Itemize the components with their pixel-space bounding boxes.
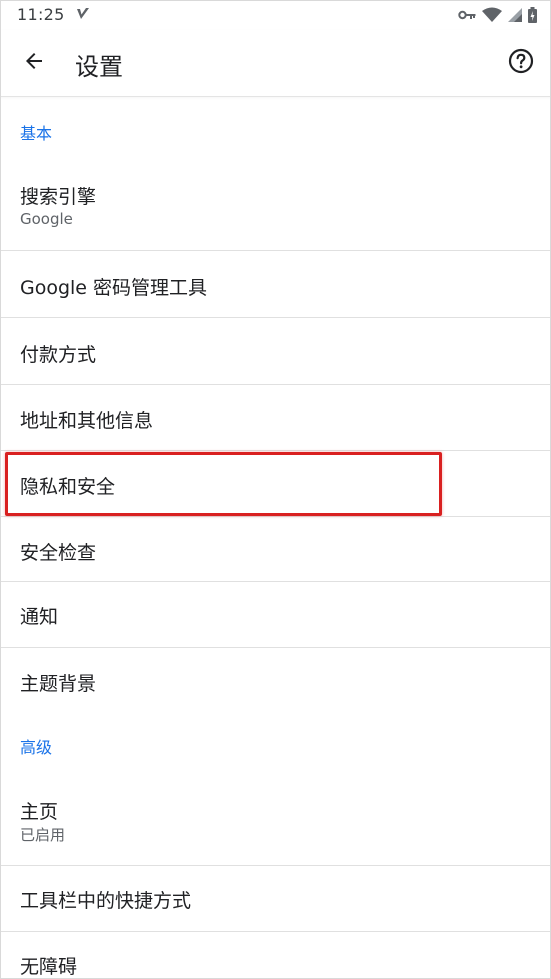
settings-item-sublabel: 已启用 [20, 826, 66, 844]
settings-item-payment-methods[interactable]: 付款方式 [0, 318, 551, 385]
settings-item-sublabel: Google [20, 210, 73, 228]
app-bar: 设置 [0, 30, 551, 97]
status-time: 11:25 [17, 5, 65, 24]
help-circle-icon [508, 48, 534, 78]
settings-item-themes[interactable]: 主题背景 [0, 648, 551, 714]
back-button[interactable] [14, 43, 54, 83]
settings-item-safety-check[interactable]: 安全检查 [0, 517, 551, 582]
notification-check-icon [75, 6, 91, 22]
wifi-icon [482, 7, 502, 23]
settings-item-label: 通知 [20, 606, 59, 628]
vpn-key-icon [458, 9, 476, 21]
page-title: 设置 [75, 53, 123, 81]
settings-item-search-engine[interactable]: 搜索引擎 Google [0, 152, 551, 251]
settings-item-notifications[interactable]: 通知 [0, 582, 551, 648]
settings-item-label: 安全检查 [20, 542, 97, 564]
highlight-annotation [5, 452, 442, 516]
settings-item-label: 无障碍 [20, 956, 78, 978]
settings-item-label: 主题背景 [20, 673, 97, 695]
help-button[interactable] [503, 45, 539, 81]
settings-item-label: 付款方式 [20, 344, 97, 366]
status-bar: 11:25 [0, 0, 551, 30]
section-header-advanced: 高级 [20, 738, 53, 757]
settings-item-label: 地址和其他信息 [20, 410, 154, 432]
settings-item-label: Google 密码管理工具 [20, 277, 208, 299]
settings-item-label: 主页 [20, 801, 59, 823]
settings-item-addresses[interactable]: 地址和其他信息 [0, 385, 551, 451]
settings-item-toolbar-shortcut[interactable]: 工具栏中的快捷方式 [0, 866, 551, 932]
section-header-basic: 基本 [20, 124, 53, 143]
settings-item-homepage[interactable]: 主页 已启用 [0, 766, 551, 866]
battery-icon [528, 7, 537, 23]
settings-item-accessibility[interactable]: 无障碍 [0, 932, 551, 979]
cell-signal-icon [508, 8, 522, 22]
status-icons [458, 5, 537, 25]
settings-item-password-manager[interactable]: Google 密码管理工具 [0, 251, 551, 318]
settings-item-label: 工具栏中的快捷方式 [20, 890, 192, 912]
arrow-back-icon [22, 49, 46, 77]
settings-item-label: 搜索引擎 [20, 186, 97, 208]
